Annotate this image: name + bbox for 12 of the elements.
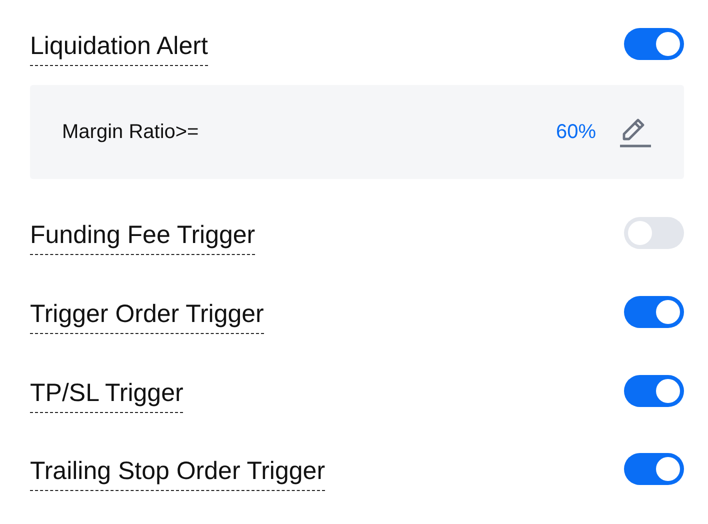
alert-label: Trailing Stop Order Trigger — [30, 457, 326, 492]
toggle-switch[interactable] — [624, 28, 684, 60]
alert-label: Liquidation Alert — [30, 32, 208, 66]
toggle-switch[interactable] — [624, 216, 684, 249]
alert-label: TP/SL Trigger — [30, 378, 184, 412]
alert-label: Funding Fee Trigger — [30, 220, 256, 255]
alert-label: Trigger Order Trigger — [30, 300, 264, 334]
toggle-switch[interactable] — [624, 453, 684, 486]
toggle-switch[interactable] — [624, 296, 684, 328]
toggle-switch[interactable] — [624, 374, 684, 406]
setting-label: Margin Ratio>= — [62, 120, 200, 144]
setting-value: 60% — [556, 120, 596, 144]
